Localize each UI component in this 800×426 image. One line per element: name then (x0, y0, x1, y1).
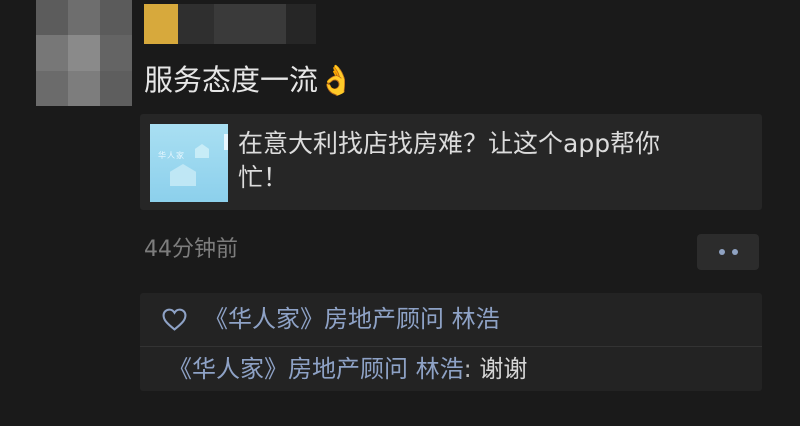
link-thumbnail: 华人家 (150, 124, 228, 202)
comment-separator: : (463, 355, 480, 383)
comment-item[interactable]: 《华人家》房地产顾问 林浩: 谢谢 (168, 352, 527, 386)
thumbnail-brand-text: 华人家 (158, 151, 185, 160)
liker-name[interactable]: 《华人家》房地产顾问 林浩 (204, 302, 500, 336)
comment-author[interactable]: 《华人家》房地产顾问 林浩 (168, 355, 464, 383)
divider (140, 346, 762, 347)
avatar[interactable] (36, 0, 132, 106)
ok-hand-emoji: 👌 (318, 63, 355, 97)
post-text-content: 服务态度一流 (144, 63, 319, 97)
more-actions-button[interactable] (697, 234, 759, 270)
username-blurred[interactable] (144, 4, 324, 44)
feedback-panel: 《华人家》房地产顾问 林浩 《华人家》房地产顾问 林浩: 谢谢 (140, 293, 762, 391)
post-timestamp: 44分钟前 (144, 237, 238, 262)
house-shape-icon (170, 164, 196, 186)
link-title: 在意大利找店找房难？让这个app帮你忙！ (238, 129, 661, 192)
comment-text: 谢谢 (479, 355, 528, 383)
dot-icon (731, 249, 738, 255)
dot-icon (718, 249, 725, 255)
link-card[interactable]: 华人家 在意大利找店找房难？让这个app帮你忙！ (140, 114, 762, 210)
likes-row: 《华人家》房地产顾问 林浩 (140, 293, 762, 346)
post-text: 服务态度一流👌 (144, 60, 354, 100)
house-shape-icon (195, 144, 209, 158)
heart-icon (162, 308, 187, 331)
thumbnail-edge (224, 134, 228, 150)
